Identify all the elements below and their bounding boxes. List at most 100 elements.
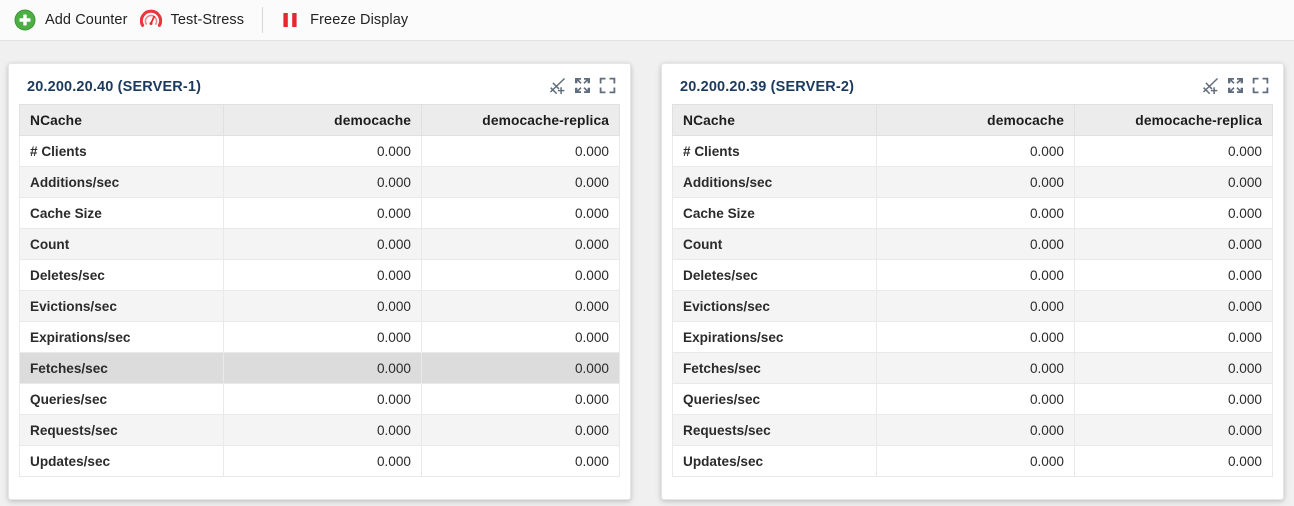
metric-value-democache-replica: 0.000	[1074, 383, 1273, 415]
metric-label: Additions/sec	[19, 166, 224, 198]
server-panel: 20.200.20.40 (SERVER-1) NCache democache de…	[8, 63, 631, 500]
table-head: NCache democache democache-replica	[19, 104, 620, 136]
table-row[interactable]: Queries/sec 0.000 0.000	[19, 383, 620, 415]
metric-value-democache: 0.000	[223, 197, 422, 229]
fullscreen-frame-icon	[599, 77, 616, 94]
table-row[interactable]: Expirations/sec 0.000 0.000	[19, 321, 620, 353]
table-row[interactable]: # Clients 0.000 0.000	[19, 135, 620, 167]
metric-value-democache: 0.000	[876, 197, 1075, 229]
table-row[interactable]: Requests/sec 0.000 0.000	[672, 414, 1273, 446]
metric-label: Count	[19, 228, 224, 260]
metric-label: Fetches/sec	[672, 352, 877, 384]
metric-value-democache: 0.000	[876, 352, 1075, 384]
add-counter-label: Add Counter	[45, 12, 128, 28]
metric-label: Deletes/sec	[672, 259, 877, 291]
counters-table: NCache democache democache-replica # Client…	[672, 104, 1273, 477]
table-row[interactable]: Deletes/sec 0.000 0.000	[672, 259, 1273, 291]
metric-label: Queries/sec	[19, 383, 224, 415]
metric-value-democache-replica: 0.000	[1074, 290, 1273, 322]
metric-value-democache: 0.000	[876, 321, 1075, 353]
metric-value-democache: 0.000	[223, 228, 422, 260]
metric-value-democache-replica: 0.000	[1074, 228, 1273, 260]
metric-value-democache: 0.000	[876, 290, 1075, 322]
metric-value-democache: 0.000	[876, 135, 1075, 167]
table-row[interactable]: Count 0.000 0.000	[672, 228, 1273, 260]
metric-label: # Clients	[19, 135, 224, 167]
metric-label: Queries/sec	[672, 383, 877, 415]
metric-label: Cache Size	[19, 197, 224, 229]
metric-value-democache-replica: 0.000	[421, 414, 620, 446]
counters-table: NCache democache democache-replica # Client…	[19, 104, 620, 477]
panel-1-collapse-button[interactable]	[1227, 77, 1244, 94]
metric-value-democache-replica: 0.000	[1074, 445, 1273, 477]
test-stress-button[interactable]: Test-Stress	[139, 0, 257, 41]
metric-value-democache-replica: 0.000	[1074, 321, 1273, 353]
metric-value-democache: 0.000	[223, 259, 422, 291]
metric-label: Evictions/sec	[672, 290, 877, 322]
table-row[interactable]: Updates/sec 0.000 0.000	[672, 445, 1273, 477]
metric-value-democache-replica: 0.000	[421, 321, 620, 353]
metric-value-democache-replica: 0.000	[421, 228, 620, 260]
table-row[interactable]: # Clients 0.000 0.000	[672, 135, 1273, 167]
panel-0-chart-view-button[interactable]	[549, 77, 566, 94]
toolbar-separator	[262, 7, 264, 33]
metric-label: Updates/sec	[672, 445, 877, 477]
metric-value-democache: 0.000	[223, 383, 422, 415]
panel-1-fullscreen-button[interactable]	[1252, 77, 1269, 94]
collapse-arrows-icon	[575, 78, 590, 93]
table-row[interactable]: Evictions/sec 0.000 0.000	[19, 290, 620, 322]
column-header-metric: NCache	[672, 104, 877, 136]
column-header-cache-2: democache-replica	[1074, 104, 1273, 136]
metric-value-democache: 0.000	[876, 228, 1075, 260]
table-row[interactable]: Cache Size 0.000 0.000	[19, 197, 620, 229]
freeze-display-button[interactable]: Freeze Display	[279, 0, 420, 41]
metric-value-democache: 0.000	[876, 445, 1075, 477]
metric-value-democache: 0.000	[223, 290, 422, 322]
metric-value-democache-replica: 0.000	[421, 290, 620, 322]
metric-label: Updates/sec	[19, 445, 224, 477]
pause-icon	[283, 13, 297, 27]
metric-value-democache: 0.000	[223, 321, 422, 353]
metric-label: Additions/sec	[672, 166, 877, 198]
table-row[interactable]: Requests/sec 0.000 0.000	[19, 414, 620, 446]
panel-0-collapse-button[interactable]	[574, 77, 591, 94]
metric-value-democache-replica: 0.000	[421, 135, 620, 167]
table-row[interactable]: Cache Size 0.000 0.000	[672, 197, 1273, 229]
fullscreen-frame-icon	[1252, 77, 1269, 94]
metric-value-democache-replica: 0.000	[1074, 166, 1273, 198]
metric-value-democache-replica: 0.000	[421, 197, 620, 229]
table-row[interactable]: Fetches/sec 0.000 0.000	[672, 352, 1273, 384]
metric-value-democache-replica: 0.000	[421, 259, 620, 291]
table-row[interactable]: Updates/sec 0.000 0.000	[19, 445, 620, 477]
graph-trend-icon	[1202, 77, 1219, 94]
plus-circle-icon	[14, 9, 36, 31]
metric-label: Deletes/sec	[19, 259, 224, 291]
panel-0-fullscreen-button[interactable]	[599, 77, 616, 94]
table-row[interactable]: Queries/sec 0.000 0.000	[672, 383, 1273, 415]
metric-value-democache-replica: 0.000	[1074, 259, 1273, 291]
metric-label: Cache Size	[672, 197, 877, 229]
metric-value-democache: 0.000	[223, 445, 422, 477]
metric-value-democache-replica: 0.000	[1074, 414, 1273, 446]
metric-value-democache-replica: 0.000	[1074, 352, 1273, 384]
toolbar: Add Counter Test-Stress Freeze Display	[0, 0, 1294, 41]
server-panel: 20.200.20.39 (SERVER-2) NCache democache de…	[661, 63, 1284, 500]
table-row[interactable]: Fetches/sec 0.000 0.000	[19, 352, 620, 384]
table-row[interactable]: Additions/sec 0.000 0.000	[672, 166, 1273, 198]
table-row[interactable]: Evictions/sec 0.000 0.000	[672, 290, 1273, 322]
table-row[interactable]: Deletes/sec 0.000 0.000	[19, 259, 620, 291]
table-row[interactable]: Additions/sec 0.000 0.000	[19, 166, 620, 198]
metric-label: Requests/sec	[672, 414, 877, 446]
metric-value-democache: 0.000	[223, 166, 422, 198]
table-row[interactable]: Expirations/sec 0.000 0.000	[672, 321, 1273, 353]
panel-1-chart-view-button[interactable]	[1202, 77, 1219, 94]
metric-value-democache: 0.000	[223, 135, 422, 167]
column-header-cache-1: democache	[223, 104, 422, 136]
metric-label: Count	[672, 228, 877, 260]
column-header-cache-1: democache	[876, 104, 1075, 136]
add-counter-button[interactable]: Add Counter	[14, 0, 140, 41]
panel-title: 20.200.20.40 (SERVER-1)	[27, 79, 202, 95]
gauge-icon	[139, 9, 162, 27]
metric-value-democache-replica: 0.000	[1074, 197, 1273, 229]
table-row[interactable]: Count 0.000 0.000	[19, 228, 620, 260]
